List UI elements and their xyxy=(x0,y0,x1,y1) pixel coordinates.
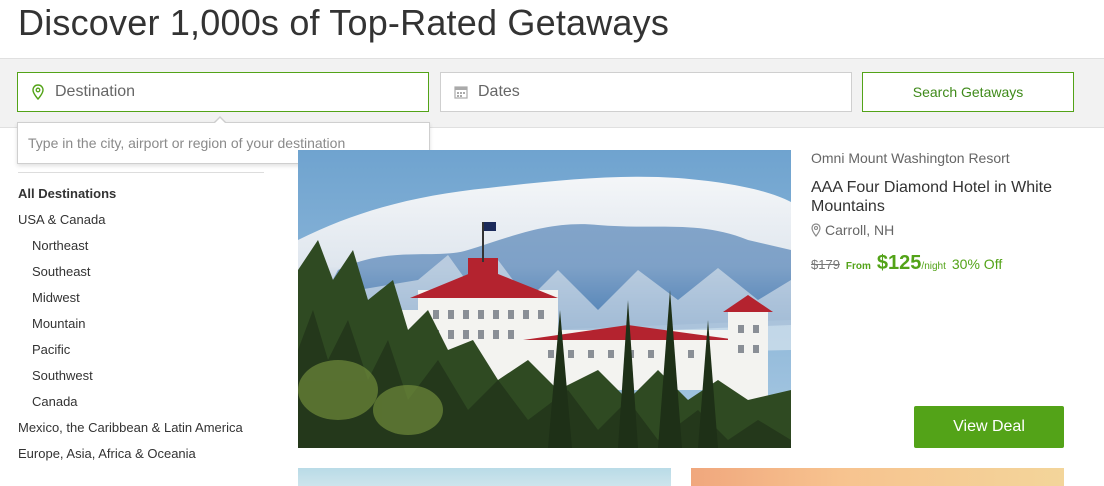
sidebar-item-northeast[interactable]: Northeast xyxy=(18,235,264,261)
location-text: Carroll, NH xyxy=(825,222,895,238)
original-price: $179 xyxy=(811,257,840,272)
sidebar-item-canada[interactable]: Canada xyxy=(18,391,264,417)
discount-label: 30% Off xyxy=(951,256,1003,272)
sidebar-item-all-destinations[interactable]: All Destinations xyxy=(18,183,264,209)
dates-field[interactable] xyxy=(440,72,852,112)
sidebar-item-mountain[interactable]: Mountain xyxy=(18,313,264,339)
map-pin-icon xyxy=(29,83,47,101)
sidebar-item-southwest[interactable]: Southwest xyxy=(18,365,264,391)
dates-input[interactable] xyxy=(478,83,838,101)
destination-input[interactable] xyxy=(55,83,415,101)
sidebar-item-mexico-caribbean-latin-america[interactable]: Mexico, the Caribbean & Latin America xyxy=(18,417,264,443)
next-deal-image-right[interactable] xyxy=(691,468,1064,486)
merchant-name[interactable]: Omni Mount Washington Resort xyxy=(811,150,1081,166)
sidebar-item-southeast[interactable]: Southeast xyxy=(18,261,264,287)
next-deal-image-left[interactable] xyxy=(298,468,671,486)
per-night-label: /night xyxy=(921,261,946,272)
destination-field[interactable] xyxy=(17,72,429,112)
sidebar-item-midwest[interactable]: Midwest xyxy=(18,287,264,313)
map-pin-icon xyxy=(811,223,823,237)
deal-location: Carroll, NH xyxy=(811,222,1081,238)
search-getaways-button[interactable]: Search Getaways xyxy=(862,72,1074,112)
view-deal-button[interactable]: View Deal xyxy=(914,406,1064,448)
dropdown-caret-inner xyxy=(214,118,226,124)
sidebar-item-usa-canada[interactable]: USA & Canada xyxy=(18,209,264,235)
deal-image[interactable] xyxy=(298,150,791,448)
dropdown-hint-text: Type in the city, airport or region of y… xyxy=(28,135,346,151)
page-title: Discover 1,000s of Top-Rated Getaways xyxy=(18,2,670,43)
sidebar-item-europe-asia-africa-oceania[interactable]: Europe, Asia, Africa & Oceania xyxy=(18,443,264,469)
sidebar-item-pacific[interactable]: Pacific xyxy=(18,339,264,365)
sidebar-divider xyxy=(18,172,264,173)
calendar-icon xyxy=(452,83,470,101)
price-row: $179 From $125 /night 30% Off xyxy=(811,252,1081,275)
deal-title[interactable]: AAA Four Diamond Hotel in White Mountain… xyxy=(811,178,1081,216)
deal-info: Omni Mount Washington Resort AAA Four Di… xyxy=(811,150,1081,275)
deal-price: $125 xyxy=(876,252,922,274)
from-label: From xyxy=(845,261,871,272)
destination-sidebar: All Destinations USA & Canada Northeast … xyxy=(18,172,264,469)
